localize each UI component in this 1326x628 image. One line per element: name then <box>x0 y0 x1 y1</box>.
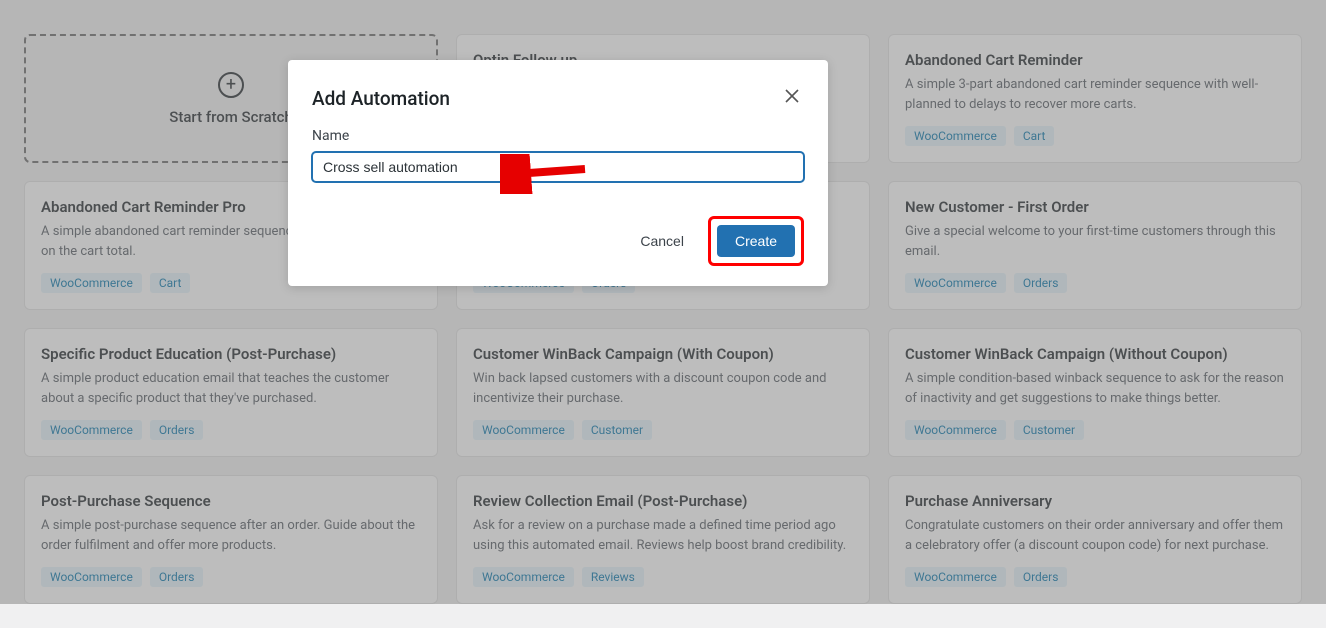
create-highlight-annotation: Create <box>708 216 804 266</box>
cancel-button[interactable]: Cancel <box>628 225 696 257</box>
name-label: Name <box>312 128 804 144</box>
modal-title: Add Automation <box>312 87 450 110</box>
automation-name-input[interactable] <box>312 152 804 182</box>
close-icon[interactable] <box>780 84 804 112</box>
create-button[interactable]: Create <box>717 225 795 257</box>
add-automation-modal: Add Automation Name Cancel Create <box>288 60 828 286</box>
